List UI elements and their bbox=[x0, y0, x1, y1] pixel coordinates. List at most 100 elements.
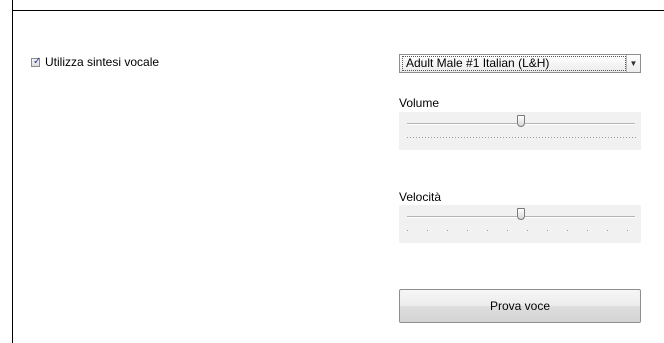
check-icon: ✓ bbox=[33, 55, 42, 67]
slider-tick bbox=[578, 137, 579, 138]
slider-tick bbox=[428, 137, 429, 138]
slider-tick bbox=[593, 137, 594, 138]
checkbox-box[interactable]: ✓ bbox=[31, 55, 42, 67]
test-voice-button[interactable]: Prova voce bbox=[399, 289, 641, 323]
slider-tick bbox=[623, 137, 624, 138]
slider-tick bbox=[476, 137, 477, 138]
slider-tick bbox=[545, 137, 546, 138]
slider-tick bbox=[560, 137, 561, 138]
slider-tick bbox=[587, 230, 588, 231]
slider-tick bbox=[536, 137, 537, 138]
slider-tick bbox=[614, 137, 615, 138]
slider-tick bbox=[427, 230, 428, 231]
slider-tick bbox=[581, 137, 582, 138]
slider-tick bbox=[467, 137, 468, 138]
tts-checkbox[interactable]: ✓ Utilizza sintesi vocale bbox=[31, 55, 159, 69]
speed-slider[interactable] bbox=[399, 205, 641, 243]
slider-tick bbox=[446, 137, 447, 138]
slider-tick bbox=[542, 137, 543, 138]
slider-tick bbox=[587, 137, 588, 138]
slider-tick bbox=[620, 137, 621, 138]
slider-tick bbox=[470, 137, 471, 138]
slider-tick bbox=[547, 230, 548, 231]
slider-tick bbox=[410, 137, 411, 138]
slider-tick bbox=[425, 137, 426, 138]
slider-tick bbox=[524, 137, 525, 138]
left-border bbox=[12, 0, 13, 343]
slider-tick bbox=[447, 230, 448, 231]
slider-tick bbox=[539, 137, 540, 138]
slider-tick bbox=[521, 137, 522, 138]
slider-tick bbox=[488, 137, 489, 138]
slider-tick bbox=[605, 137, 606, 138]
slider-tick bbox=[507, 230, 508, 231]
tts-checkbox-label: Utilizza sintesi vocale bbox=[45, 55, 160, 69]
slider-tick bbox=[617, 137, 618, 138]
slider-tick bbox=[407, 230, 408, 231]
slider-tick bbox=[485, 137, 486, 138]
slider-tick bbox=[416, 137, 417, 138]
slider-tick bbox=[479, 137, 480, 138]
slider-tick bbox=[563, 137, 564, 138]
slider-tick bbox=[440, 137, 441, 138]
slider-tick bbox=[596, 137, 597, 138]
slider-tick bbox=[567, 230, 568, 231]
slider-tick bbox=[557, 137, 558, 138]
slider-tick bbox=[512, 137, 513, 138]
slider-tick bbox=[452, 137, 453, 138]
slider-tick bbox=[632, 137, 633, 138]
voice-select-value: Adult Male #1 Italian (L&H) bbox=[402, 56, 626, 71]
volume-slider[interactable] bbox=[399, 112, 641, 150]
slider-tick bbox=[626, 137, 627, 138]
slider-tick bbox=[575, 137, 576, 138]
slider-tick bbox=[464, 137, 465, 138]
volume-slider-ticks bbox=[407, 137, 636, 138]
slider-tick bbox=[527, 230, 528, 231]
slider-tick bbox=[569, 137, 570, 138]
slider-tick bbox=[635, 137, 636, 138]
voice-select[interactable]: Adult Male #1 Italian (L&H) ▼ bbox=[399, 54, 641, 73]
slider-tick bbox=[487, 230, 488, 231]
slider-tick bbox=[503, 137, 504, 138]
top-border bbox=[12, 10, 664, 11]
speed-slider-ticks bbox=[407, 230, 635, 231]
slider-tick bbox=[551, 137, 552, 138]
slider-tick bbox=[566, 137, 567, 138]
slider-tick bbox=[473, 137, 474, 138]
speed-slider-thumb[interactable] bbox=[517, 208, 525, 220]
slider-tick bbox=[491, 137, 492, 138]
slider-tick bbox=[527, 137, 528, 138]
speed-label: Velocità bbox=[399, 190, 442, 204]
slider-tick bbox=[497, 137, 498, 138]
slider-tick bbox=[458, 137, 459, 138]
slider-tick bbox=[407, 137, 408, 138]
slider-tick bbox=[629, 137, 630, 138]
chevron-down-icon[interactable]: ▼ bbox=[626, 55, 640, 72]
slider-tick bbox=[584, 137, 585, 138]
slider-tick bbox=[419, 137, 420, 138]
slider-tick bbox=[443, 137, 444, 138]
slider-tick bbox=[572, 137, 573, 138]
slider-tick bbox=[449, 137, 450, 138]
slider-tick bbox=[611, 137, 612, 138]
slider-tick bbox=[554, 137, 555, 138]
slider-tick bbox=[413, 137, 414, 138]
slider-tick bbox=[509, 137, 510, 138]
slider-tick bbox=[455, 137, 456, 138]
slider-tick bbox=[608, 137, 609, 138]
slider-tick bbox=[500, 137, 501, 138]
slider-tick bbox=[627, 230, 628, 231]
slider-tick bbox=[482, 137, 483, 138]
slider-tick bbox=[431, 137, 432, 138]
slider-tick bbox=[518, 137, 519, 138]
volume-slider-thumb[interactable] bbox=[517, 115, 525, 127]
slider-tick bbox=[494, 137, 495, 138]
slider-tick bbox=[590, 137, 591, 138]
slider-tick bbox=[506, 137, 507, 138]
slider-tick bbox=[434, 137, 435, 138]
slider-tick bbox=[548, 137, 549, 138]
slider-tick bbox=[515, 137, 516, 138]
slider-tick bbox=[607, 230, 608, 231]
slider-tick bbox=[599, 137, 600, 138]
slider-tick bbox=[602, 137, 603, 138]
